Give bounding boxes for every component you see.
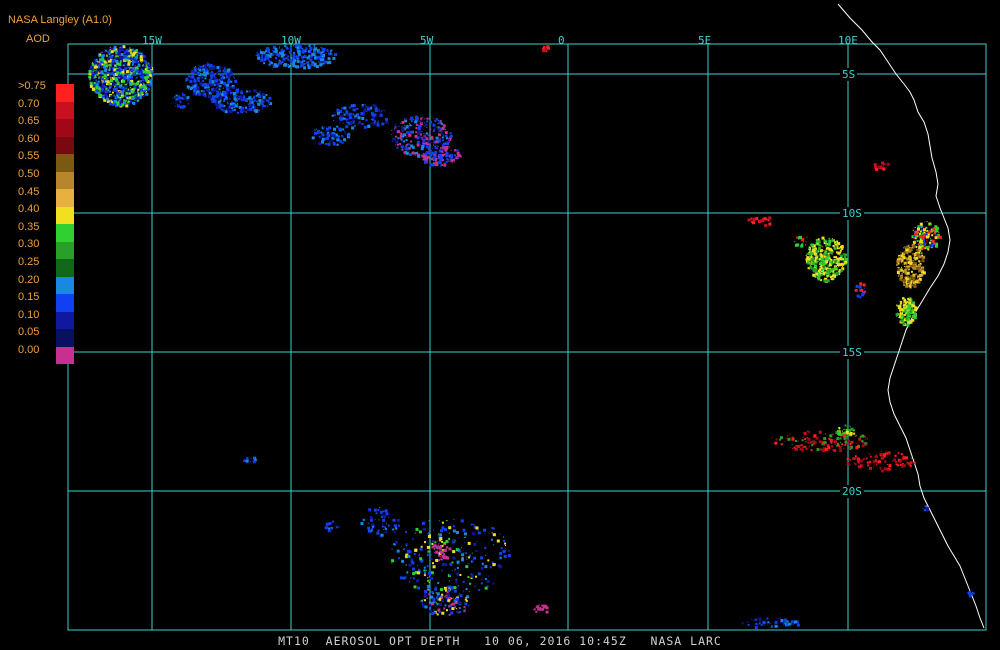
legend-swatch-1 xyxy=(56,101,74,119)
legend-label: 0.30 xyxy=(18,238,40,251)
legend-swatch-0 xyxy=(56,84,74,102)
aerosol-cluster xyxy=(896,244,926,289)
aerosol-cluster xyxy=(873,161,890,171)
aerosol-cluster xyxy=(243,456,258,464)
source-label: NASA Langley (A1.0) xyxy=(8,14,112,26)
legend-swatch-5 xyxy=(56,171,74,189)
legend-swatch-3 xyxy=(56,136,74,154)
aerosol-cluster xyxy=(741,617,800,630)
legend-label: 0.20 xyxy=(18,273,40,286)
aerosol-cluster xyxy=(854,282,867,299)
aerosol-cluster xyxy=(533,604,549,614)
aerosol-cluster xyxy=(845,450,916,473)
legend-swatch-10 xyxy=(56,259,74,277)
legend-swatch-6 xyxy=(56,189,74,207)
aerosol-cluster xyxy=(747,216,772,228)
legend-swatch-7 xyxy=(56,206,74,224)
aerosol-cluster xyxy=(391,115,453,158)
aerosol-cluster xyxy=(391,518,511,598)
legend-swatch-12 xyxy=(56,294,74,312)
legend-label: 0.45 xyxy=(18,185,40,198)
color-legend xyxy=(56,84,74,364)
aerosol-cluster xyxy=(895,297,918,327)
legend-label: 0.65 xyxy=(18,115,40,128)
aerosol-cluster xyxy=(172,92,190,109)
longitude-label: 10E xyxy=(838,34,858,47)
aerosol-cluster xyxy=(324,520,340,533)
legend-swatch-8 xyxy=(56,224,74,242)
legend-swatch-15 xyxy=(56,346,74,364)
aerosol-cluster xyxy=(542,45,550,53)
legend-label: 0.15 xyxy=(18,291,40,304)
legend-swatch-9 xyxy=(56,241,74,259)
longitude-label: 5W xyxy=(420,34,434,47)
legend-label: 0.70 xyxy=(18,97,40,110)
legend-label: 0.00 xyxy=(18,344,40,356)
legend-swatch-4 xyxy=(56,154,74,172)
aerosol-cluster xyxy=(794,235,808,248)
longitude-label: 15W xyxy=(142,34,162,47)
aerosol-cluster xyxy=(360,507,400,538)
legend-swatch-2 xyxy=(56,119,74,137)
aerosol-cluster xyxy=(967,589,975,598)
longitude-label: 0 xyxy=(558,34,565,47)
latitude-label: 5S xyxy=(840,68,858,81)
legend-swatch-14 xyxy=(56,329,74,347)
aerosol-cluster xyxy=(331,103,389,130)
longitude-label: 10W xyxy=(281,34,301,47)
aerosol-map xyxy=(67,3,987,631)
aerosol-cluster xyxy=(255,43,338,70)
legend-label: 0.40 xyxy=(18,203,40,216)
legend-label: 0.25 xyxy=(18,256,40,268)
legend-label: >0.75 xyxy=(18,80,46,92)
legend-swatch-11 xyxy=(56,276,74,294)
aerosol-cluster xyxy=(431,540,452,562)
legend-label: 0.10 xyxy=(18,308,40,321)
footer-caption: MT10 AEROSOL OPT DEPTH 10 06, 2016 10:45… xyxy=(278,634,722,648)
latitude-label: 20S xyxy=(840,485,864,498)
latitude-label: 15S xyxy=(840,346,864,359)
aerosol-cluster xyxy=(88,45,155,108)
aerosol-cluster xyxy=(311,125,351,146)
legend-label: 0.55 xyxy=(18,150,40,163)
legend-label: 0.60 xyxy=(18,132,40,145)
aerosol-cluster xyxy=(185,62,238,101)
aerosol-cluster xyxy=(805,236,848,283)
legend-swatch-13 xyxy=(56,311,74,329)
longitude-label: 5E xyxy=(698,34,712,47)
legend-label: 0.35 xyxy=(18,220,40,233)
legend-label: 0.50 xyxy=(18,168,40,180)
unit-label: AOD xyxy=(26,33,50,45)
legend-label: 0.05 xyxy=(18,326,40,339)
latitude-label: 10S xyxy=(840,207,864,220)
